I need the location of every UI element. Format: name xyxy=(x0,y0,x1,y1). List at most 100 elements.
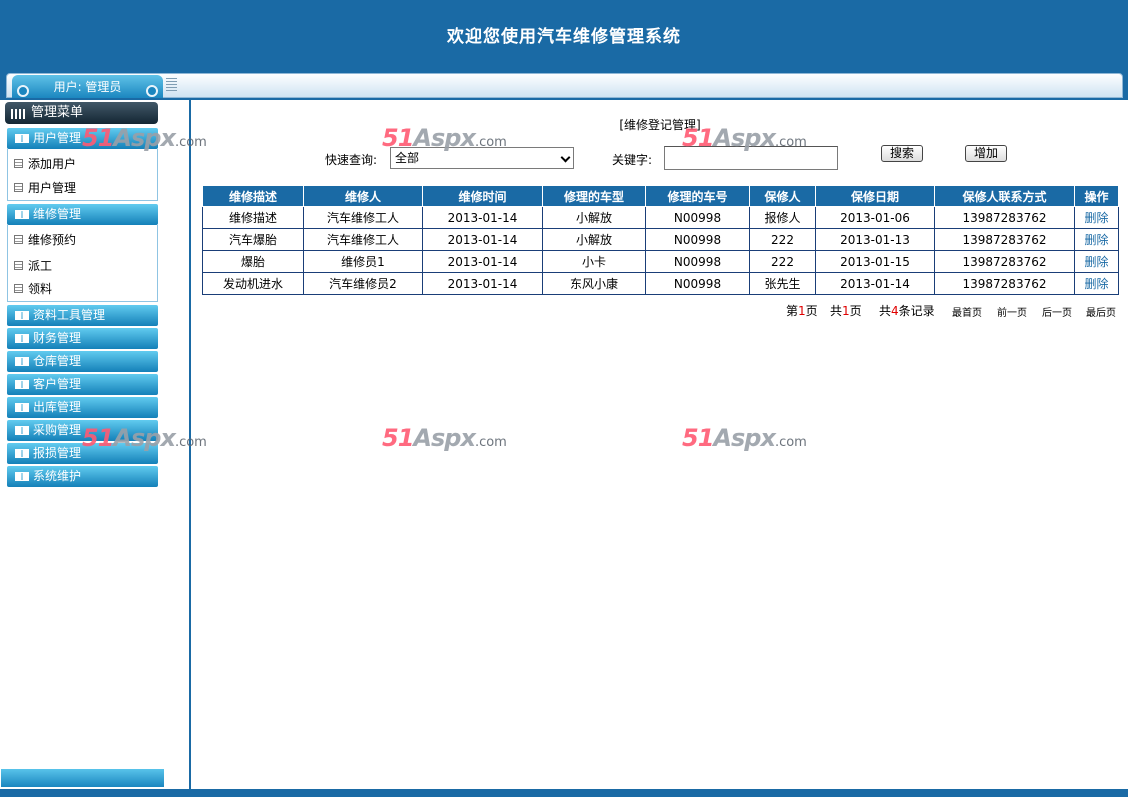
watermark-logo: 51Aspx.com xyxy=(382,124,507,152)
book-icon xyxy=(15,403,29,412)
sidebar-category-warehouse[interactable]: 仓库管理 xyxy=(7,351,158,372)
table-cell: 小卡 xyxy=(542,250,646,273)
first-page-link[interactable]: 最首页 xyxy=(952,304,982,319)
table-cell: N00998 xyxy=(645,272,750,295)
grid-icon xyxy=(11,109,25,119)
app-title: 欢迎您使用汽车维修管理系统 xyxy=(447,27,681,47)
sidebar-category-outbound[interactable]: 出库管理 xyxy=(7,397,158,418)
quick-search-value: 全部 xyxy=(395,151,420,165)
watermark-mid: Aspx xyxy=(113,424,176,452)
table-row: 爆胎 维修员1 2013-01-14 小卡 N00998 222 2013-01… xyxy=(202,250,1119,273)
sidebar-item-user-management[interactable]: 用户管理 xyxy=(14,179,76,196)
delete-link[interactable]: 删除 xyxy=(1074,272,1119,295)
book-icon xyxy=(15,334,29,343)
sidebar-item-label: 维修预约 xyxy=(28,233,77,247)
table-cell: 13987283762 xyxy=(934,250,1075,273)
last-page-link[interactable]: 最后页 xyxy=(1086,304,1116,319)
table-cell: 222 xyxy=(749,228,816,251)
ring-icon xyxy=(17,85,29,97)
category-label: 财务管理 xyxy=(33,331,82,345)
watermark-brand: 51 xyxy=(382,124,414,152)
sidebar-category-finance[interactable]: 财务管理 xyxy=(7,328,158,349)
category-label: 资料工具管理 xyxy=(33,308,106,322)
table-cell: N00998 xyxy=(645,228,750,251)
category-label: 客户管理 xyxy=(33,377,82,391)
column-header: 保修人 xyxy=(749,185,816,207)
table-cell: 维修员1 xyxy=(303,250,423,273)
table-cell: 13987283762 xyxy=(934,206,1075,229)
watermark-logo: 51Aspx.com xyxy=(682,424,807,452)
sidebar-category-repair-management[interactable]: 维修管理 xyxy=(7,204,158,225)
sidebar-item-label: 派工 xyxy=(28,259,53,273)
sidebar-category-system[interactable]: 系统维护 xyxy=(7,466,158,487)
table-cell: 2013-01-06 xyxy=(815,206,935,229)
category-label: 出库管理 xyxy=(33,400,82,414)
table-cell: 222 xyxy=(749,250,816,273)
table-cell: 13987283762 xyxy=(934,228,1075,251)
watermark-brand: 51 xyxy=(382,424,414,452)
table-cell: 汽车维修工人 xyxy=(303,228,423,251)
page-icon xyxy=(14,261,23,270)
pager-text: 条记录 xyxy=(898,304,935,318)
table-cell: 2013-01-14 xyxy=(815,272,935,295)
footer-bar xyxy=(0,789,1128,797)
book-icon xyxy=(15,449,29,458)
main-content: [维修登记管理] 快速查询: 全部 关键字: 搜索 增加 维修描述 维修人 维修… xyxy=(192,100,1128,789)
category-label: 报损管理 xyxy=(33,446,82,460)
sidebar-item-repair-booking[interactable]: 维修预约 xyxy=(14,231,76,248)
watermark-logo: 51Aspx.com xyxy=(382,424,507,452)
category-label: 用户管理 xyxy=(33,131,82,145)
table-header-row: 维修描述 维修人 维修时间 修理的车型 修理的车号 保修人 保修日期 保修人联系… xyxy=(202,185,1119,207)
search-button[interactable]: 搜索 xyxy=(881,145,923,162)
book-icon xyxy=(15,210,29,219)
column-header: 修理的车号 xyxy=(645,185,750,207)
page-icon xyxy=(14,284,23,293)
total-pages-info: 共1页 xyxy=(830,302,862,319)
next-page-link[interactable]: 后一页 xyxy=(1042,304,1072,319)
table-cell: 发动机进水 xyxy=(202,272,304,295)
sidebar-bottom-bar xyxy=(1,769,164,787)
watermark-brand: 51 xyxy=(82,124,114,152)
watermark-logo: 51Aspx.com xyxy=(82,424,207,452)
table-cell: 小解放 xyxy=(542,206,646,229)
watermark-mid: Aspx xyxy=(413,124,476,152)
splitter-grip-icon[interactable] xyxy=(166,78,177,91)
watermark-mid: Aspx xyxy=(113,124,176,152)
table-cell: N00998 xyxy=(645,206,750,229)
page-title: [维修登记管理] xyxy=(619,118,701,132)
sidebar-item-dispatch[interactable]: 派工 xyxy=(14,257,52,274)
add-button[interactable]: 增加 xyxy=(965,145,1007,162)
book-icon xyxy=(15,380,29,389)
table-cell: 2013-01-13 xyxy=(815,228,935,251)
prev-page-link[interactable]: 前一页 xyxy=(997,304,1027,319)
table-cell: 东风小康 xyxy=(542,272,646,295)
table-cell: 报修人 xyxy=(749,206,816,229)
delete-link[interactable]: 删除 xyxy=(1074,250,1119,273)
sidebar-item-materials[interactable]: 领料 xyxy=(14,280,52,297)
sidebar-category-customer[interactable]: 客户管理 xyxy=(7,374,158,395)
table-cell: 13987283762 xyxy=(934,272,1075,295)
watermark-suffix: .com xyxy=(774,135,807,150)
column-header: 维修时间 xyxy=(422,185,543,207)
sidebar-item-label: 用户管理 xyxy=(28,181,77,195)
menu-title-label: 管理菜单 xyxy=(31,105,84,120)
watermark-logo: 51Aspx.com xyxy=(682,124,807,152)
menu-title: 管理菜单 xyxy=(5,102,158,124)
watermark-mid: Aspx xyxy=(413,424,476,452)
pager-text: 第 xyxy=(786,304,799,318)
top-bar: 用户: 管理员 xyxy=(0,70,1128,100)
book-icon xyxy=(15,134,29,143)
page-icon xyxy=(14,159,23,168)
table-row: 汽车爆胎 汽车维修工人 2013-01-14 小解放 N00998 222 20… xyxy=(202,228,1119,251)
quick-search-label: 快速查询: xyxy=(325,153,378,167)
watermark-suffix: .com xyxy=(174,135,207,150)
delete-link[interactable]: 删除 xyxy=(1074,206,1119,229)
table-cell: 汽车维修员2 xyxy=(303,272,423,295)
watermark-mid: Aspx xyxy=(713,124,776,152)
table-cell: N00998 xyxy=(645,250,750,273)
sidebar-item-add-user[interactable]: 添加用户 xyxy=(14,155,76,172)
delete-link[interactable]: 删除 xyxy=(1074,228,1119,251)
column-header: 修理的车型 xyxy=(542,185,646,207)
page-icon xyxy=(14,183,23,192)
sidebar-category-tools-management[interactable]: 资料工具管理 xyxy=(7,305,158,326)
